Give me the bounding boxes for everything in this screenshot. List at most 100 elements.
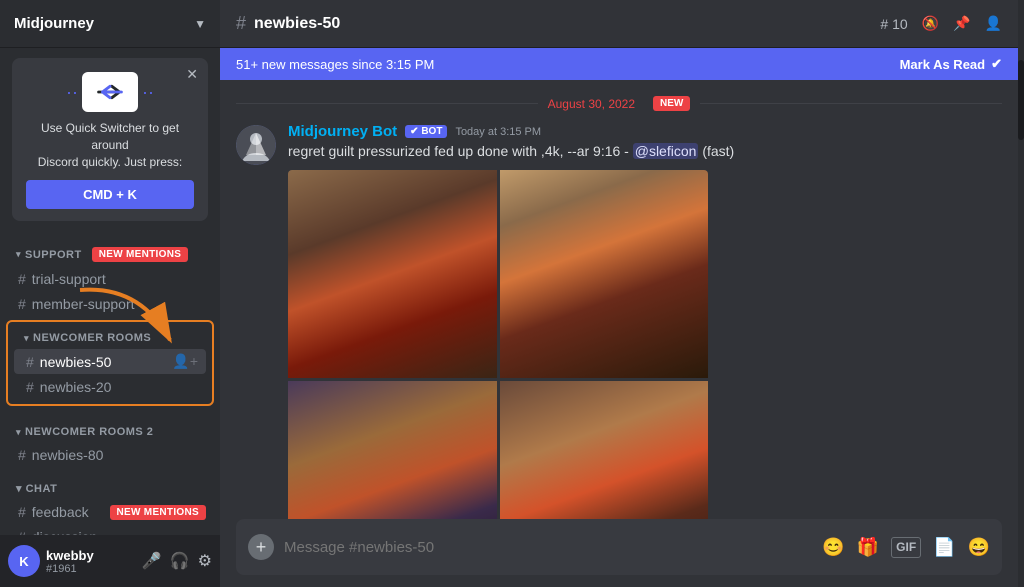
attach-button[interactable]: + <box>248 534 274 560</box>
bot-avatar <box>236 125 276 165</box>
channel-header-name: newbies-50 <box>254 15 340 33</box>
channel-header: # newbies-50 # 10 🔕 📌 👤 <box>220 0 1018 48</box>
sidebar-channel-list: ▾ SUPPORT NEW MENTIONS # trial-support #… <box>0 231 220 535</box>
emoji-icon[interactable]: 😄 <box>968 537 990 558</box>
image-grid <box>288 170 708 519</box>
generated-image-1[interactable] <box>288 170 497 379</box>
mute-icon[interactable]: 🔕 <box>922 15 939 32</box>
quick-switcher-shortcut-button[interactable]: CMD + K <box>26 180 194 209</box>
avatar-image <box>236 125 276 165</box>
new-mentions-badge-feedback: NEW MENTIONS <box>110 505 207 520</box>
user-info: kwebby #1961 <box>46 548 136 575</box>
newcomer-rooms-2-label: ▾ NEWCOMER ROOMS 2 <box>0 410 220 442</box>
message-body: regret guilt pressurized fed up done wit… <box>288 143 629 159</box>
settings-icon[interactable]: ⚙ <box>198 551 212 571</box>
messages-area[interactable]: August 30, 2022 NEW <box>220 80 1018 519</box>
server-chevron-icon[interactable]: ▼ <box>194 17 206 31</box>
sticker-icon[interactable]: 📄 <box>933 537 955 558</box>
channel-hash-icon: # <box>26 379 34 395</box>
microphone-icon[interactable]: 🎤 <box>142 551 162 571</box>
quick-switcher-icon-row: ·· ·· <box>26 72 194 112</box>
support-chevron-icon: ▾ <box>16 249 21 260</box>
qs-dots-left: ·· <box>66 82 78 103</box>
user-controls: 🎤 🎧 ⚙ <box>142 551 212 571</box>
username: kwebby <box>46 548 136 563</box>
qs-dots-right: ·· <box>142 82 154 103</box>
date-divider: August 30, 2022 NEW <box>236 96 1002 111</box>
channel-name: trial-support <box>32 271 206 287</box>
channel-hash-icon: # <box>18 271 26 287</box>
support-section-label: ▾ SUPPORT NEW MENTIONS <box>0 231 220 266</box>
message-text: regret guilt pressurized fed up done wit… <box>288 142 1002 162</box>
sidebar: Midjourney ▼ ✕ ·· ·· Use Quick Switcher … <box>0 0 220 587</box>
members-icon: # <box>880 16 888 32</box>
chat-section-chevron-icon: ▾ <box>16 483 22 495</box>
channel-hash-icon: # <box>18 447 26 463</box>
channel-hash-icon: # <box>18 504 26 520</box>
channel-item-newbies-80[interactable]: # newbies-80 <box>6 443 214 467</box>
members-panel-icon[interactable]: 👤 <box>985 15 1002 32</box>
quick-switcher-close-button[interactable]: ✕ <box>186 66 198 83</box>
new-messages-text: 51+ new messages since 3:15 PM <box>236 57 434 72</box>
quick-switcher-popup: ✕ ·· ·· Use Quick Switcher to get around… <box>12 58 208 221</box>
pin-icon[interactable]: 📌 <box>953 15 970 32</box>
new-messages-bar: 51+ new messages since 3:15 PM Mark As R… <box>220 48 1018 80</box>
message-input-bar: + 😊 🎁 GIF 📄 😄 <box>236 519 1002 575</box>
message-input[interactable] <box>284 539 812 556</box>
check-icon: ✔ <box>991 56 1002 72</box>
channel-item-newbies-50[interactable]: # newbies-50 👤+ <box>14 349 206 374</box>
channel-name: newbies-80 <box>32 447 206 463</box>
message-time: Today at 3:15 PM <box>455 126 541 138</box>
new-badge: NEW <box>653 96 690 111</box>
message-row: Midjourney Bot ✔ BOT Today at 3:15 PM re… <box>236 119 1002 519</box>
right-scrollbar[interactable] <box>1018 0 1024 587</box>
add-member-icon[interactable]: 👤+ <box>172 353 198 370</box>
mention: @sleficon <box>633 143 699 159</box>
server-name: Midjourney <box>14 15 94 32</box>
channel-item-member-support[interactable]: # member-support <box>6 292 214 316</box>
channel-item-discussion[interactable]: # discussion <box>6 525 214 535</box>
server-header[interactable]: Midjourney ▼ <box>0 0 220 48</box>
message-author: Midjourney Bot <box>288 123 397 140</box>
quick-switcher-arrow-icon <box>82 72 138 112</box>
generated-image-4[interactable] <box>500 381 709 519</box>
new-mentions-badge-support: NEW MENTIONS <box>92 247 189 262</box>
generated-image-2[interactable] <box>500 170 709 379</box>
chat-section-label: ▾ CHAT <box>0 468 220 499</box>
message-suffix: (fast) <box>702 143 734 159</box>
user-tag: #1961 <box>46 563 136 575</box>
main-content: # newbies-50 # 10 🔕 📌 👤 51+ new messages… <box>220 0 1018 587</box>
gif-button[interactable]: GIF <box>891 537 921 558</box>
channel-item-feedback[interactable]: # feedback NEW MENTIONS <box>6 500 214 524</box>
newcomer-rooms-chevron-icon: ▾ <box>24 333 29 344</box>
newcomer-rooms-section: ▾ NEWCOMER ROOMS # newbies-50 👤+ # newbi… <box>6 320 214 406</box>
emoji-suggest-icon[interactable]: 😊 <box>822 537 844 558</box>
channel-name: member-support <box>32 296 206 312</box>
members-count: 10 <box>892 16 908 32</box>
bot-badge: ✔ BOT <box>405 125 447 138</box>
newcomer-rooms-2-chevron-icon: ▾ <box>16 427 21 438</box>
channel-name: newbies-50 <box>40 354 167 370</box>
channel-item-trial-support[interactable]: # trial-support <box>6 267 214 291</box>
channel-hash-icon: # <box>18 296 26 312</box>
avatar: K <box>8 545 40 577</box>
channel-name: feedback <box>32 504 98 520</box>
newcomer-rooms-label: ▾ NEWCOMER ROOMS <box>8 326 212 348</box>
user-bar: K kwebby #1961 🎤 🎧 ⚙ <box>0 535 220 587</box>
headphones-icon[interactable]: 🎧 <box>170 551 190 571</box>
members-count-button[interactable]: # 10 <box>880 16 907 32</box>
generated-image-3[interactable] <box>288 381 497 519</box>
date-text: August 30, 2022 <box>548 97 635 111</box>
mark-as-read-button[interactable]: Mark As Read ✔ <box>900 56 1002 72</box>
channel-item-newbies-20[interactable]: # newbies-20 <box>14 375 206 399</box>
channel-header-hash-icon: # <box>236 13 246 34</box>
header-actions: # 10 🔕 📌 👤 <box>880 15 1002 32</box>
message-content: Midjourney Bot ✔ BOT Today at 3:15 PM re… <box>288 123 1002 519</box>
scrollbar-thumb <box>1018 60 1024 140</box>
channel-name: newbies-20 <box>40 379 198 395</box>
input-actions: 😊 🎁 GIF 📄 😄 <box>822 537 990 558</box>
message-meta: Midjourney Bot ✔ BOT Today at 3:15 PM <box>288 123 1002 140</box>
channel-hash-icon: # <box>26 354 34 370</box>
quick-switcher-description: Use Quick Switcher to get around Discord… <box>26 120 194 170</box>
gift-icon[interactable]: 🎁 <box>857 537 879 558</box>
